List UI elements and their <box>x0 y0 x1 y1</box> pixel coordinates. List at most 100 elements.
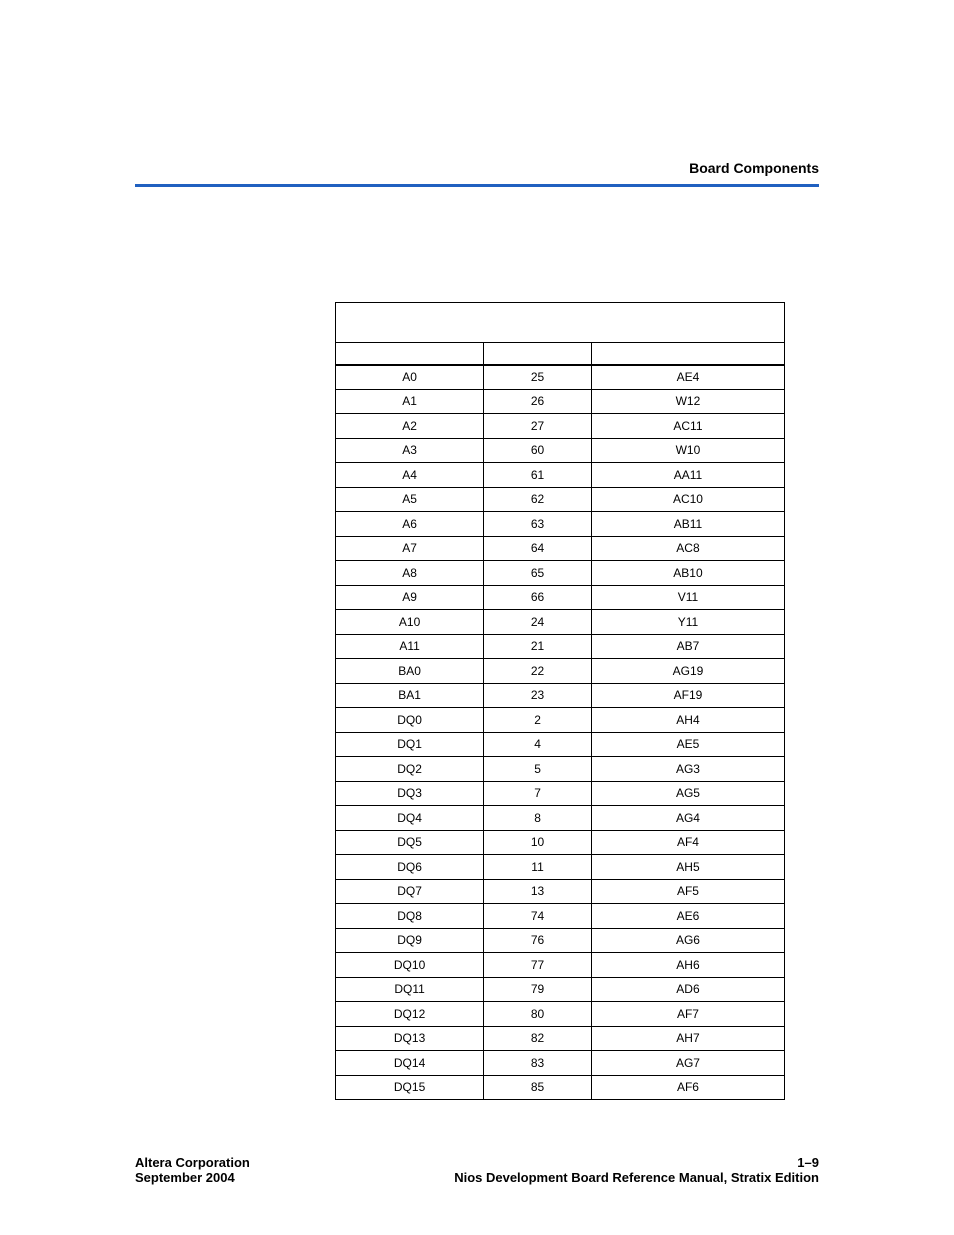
table-cell: W10 <box>591 438 784 463</box>
table-cell: 4 <box>484 732 592 757</box>
table-row: A663AB11 <box>336 512 785 537</box>
table-cell: AD6 <box>591 977 784 1002</box>
table-cell: DQ4 <box>336 806 484 831</box>
table-cell: A8 <box>336 561 484 586</box>
table-cell: AG3 <box>591 757 784 782</box>
table-cell: DQ11 <box>336 977 484 1002</box>
table-row: DQ1179AD6 <box>336 977 785 1002</box>
table-cell: 24 <box>484 610 592 635</box>
table-row: DQ14AE5 <box>336 732 785 757</box>
table-row: DQ48AG4 <box>336 806 785 831</box>
footer-page-number: 1–9 <box>797 1155 819 1170</box>
table-cell: 11 <box>484 855 592 880</box>
table-row: A360W10 <box>336 438 785 463</box>
table-cell: 64 <box>484 536 592 561</box>
table-cell: AF7 <box>591 1002 784 1027</box>
table-cell: A0 <box>336 365 484 390</box>
table-row: A764AC8 <box>336 536 785 561</box>
table-row: A227AC11 <box>336 414 785 439</box>
table-cell: BA0 <box>336 659 484 684</box>
table-row: BA022AG19 <box>336 659 785 684</box>
table-row: DQ1280AF7 <box>336 1002 785 1027</box>
table-cell: AA11 <box>591 463 784 488</box>
table-cell: AG19 <box>591 659 784 684</box>
table-cell: 77 <box>484 953 592 978</box>
table-row: DQ37AG5 <box>336 781 785 806</box>
table-cell: DQ2 <box>336 757 484 782</box>
table-row: A865AB10 <box>336 561 785 586</box>
table-row: DQ713AF5 <box>336 879 785 904</box>
table-cell: AF6 <box>591 1075 784 1100</box>
table-row: A562AC10 <box>336 487 785 512</box>
table-cell: AG7 <box>591 1051 784 1076</box>
table-cell: AF5 <box>591 879 784 904</box>
table-cell: A2 <box>336 414 484 439</box>
table-row: BA123AF19 <box>336 683 785 708</box>
table-cell: 13 <box>484 879 592 904</box>
table-cell: AC8 <box>591 536 784 561</box>
table-cell: DQ14 <box>336 1051 484 1076</box>
table-cell: AF19 <box>591 683 784 708</box>
table-cell: 63 <box>484 512 592 537</box>
table-cell: AB11 <box>591 512 784 537</box>
table-cell: AF4 <box>591 830 784 855</box>
table-cell: 23 <box>484 683 592 708</box>
table-row: A461AA11 <box>336 463 785 488</box>
table-cell: 85 <box>484 1075 592 1100</box>
table-row: A126W12 <box>336 389 785 414</box>
page-footer: Altera Corporation September 2004 1–9 Ni… <box>135 1155 819 1185</box>
table-cell: A6 <box>336 512 484 537</box>
table-cell: 25 <box>484 365 592 390</box>
table-cell: A3 <box>336 438 484 463</box>
table-cell: 83 <box>484 1051 592 1076</box>
table-cell: AH4 <box>591 708 784 733</box>
table-cell: AG6 <box>591 928 784 953</box>
table-cell: 2 <box>484 708 592 733</box>
table-row: DQ976AG6 <box>336 928 785 953</box>
table-cell: AG5 <box>591 781 784 806</box>
table-cell: AE5 <box>591 732 784 757</box>
table-cell: 5 <box>484 757 592 782</box>
table-cell: 79 <box>484 977 592 1002</box>
table-row: A1121AB7 <box>336 634 785 659</box>
table-cell: AE4 <box>591 365 784 390</box>
table-cell: DQ12 <box>336 1002 484 1027</box>
table-cell: AH7 <box>591 1026 784 1051</box>
table-cell: 76 <box>484 928 592 953</box>
table-row: A1024Y11 <box>336 610 785 635</box>
table-cell: 80 <box>484 1002 592 1027</box>
pin-table-container: A025AE4A126W12A227AC11A360W10A461AA11A56… <box>335 302 785 1100</box>
table-row: DQ1382AH7 <box>336 1026 785 1051</box>
table-cell: 60 <box>484 438 592 463</box>
table-cell: DQ7 <box>336 879 484 904</box>
table-row: DQ25AG3 <box>336 757 785 782</box>
table-cell: DQ0 <box>336 708 484 733</box>
table-cell: V11 <box>591 585 784 610</box>
table-row: DQ1077AH6 <box>336 953 785 978</box>
table-cell: DQ1 <box>336 732 484 757</box>
table-cell: DQ10 <box>336 953 484 978</box>
table-header-row <box>336 343 785 365</box>
table-cell: AB10 <box>591 561 784 586</box>
table-cell: A9 <box>336 585 484 610</box>
table-cell: AC11 <box>591 414 784 439</box>
pin-table: A025AE4A126W12A227AC11A360W10A461AA11A56… <box>335 302 785 1100</box>
table-cell: 61 <box>484 463 592 488</box>
table-cell: W12 <box>591 389 784 414</box>
table-cell: DQ9 <box>336 928 484 953</box>
table-cell: AC10 <box>591 487 784 512</box>
table-cell: DQ3 <box>336 781 484 806</box>
table-cell: DQ8 <box>336 904 484 929</box>
table-row: A025AE4 <box>336 365 785 390</box>
table-cell: DQ15 <box>336 1075 484 1100</box>
table-row: A966V11 <box>336 585 785 610</box>
table-cell: 22 <box>484 659 592 684</box>
table-cell: 8 <box>484 806 592 831</box>
table-cell: AE6 <box>591 904 784 929</box>
table-cell: AH5 <box>591 855 784 880</box>
table-cell: A1 <box>336 389 484 414</box>
table-row: DQ02AH4 <box>336 708 785 733</box>
table-row: DQ874AE6 <box>336 904 785 929</box>
table-cell: 62 <box>484 487 592 512</box>
table-cell: 27 <box>484 414 592 439</box>
